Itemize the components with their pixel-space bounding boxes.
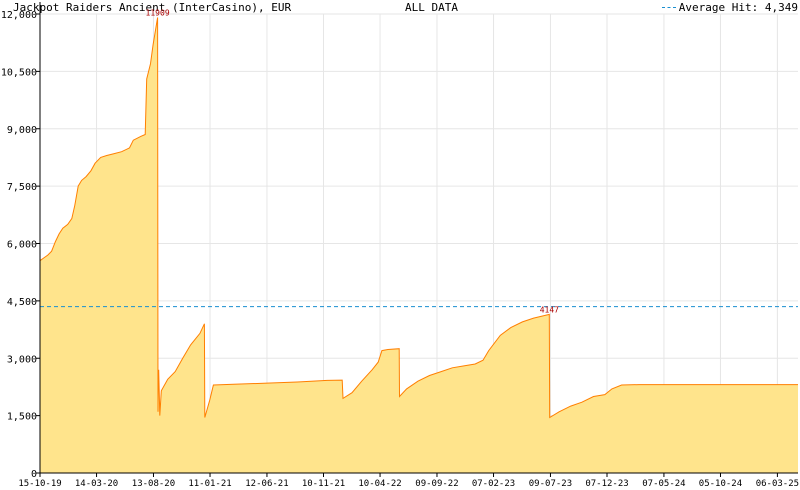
x-tick-label: 07-12-23 xyxy=(585,479,628,489)
x-tick-label: 09-09-22 xyxy=(415,479,458,489)
x-tick-label: 10-04-22 xyxy=(358,479,401,489)
peak-label: 4147 xyxy=(540,305,559,314)
x-tick-label: 06-03-25 xyxy=(756,479,799,489)
y-tick-label: 9,000 xyxy=(7,125,37,136)
y-tick-label: 3,000 xyxy=(7,354,37,365)
y-tick-label: 1,500 xyxy=(7,412,37,423)
y-tick-label: 10,500 xyxy=(1,67,37,78)
x-tick-label: 11-01-21 xyxy=(188,479,231,489)
x-tick-label: 15-10-19 xyxy=(18,479,61,489)
x-tick-label: 05-10-24 xyxy=(699,479,742,489)
x-tick-label: 07-02-23 xyxy=(472,479,515,489)
x-tick-label: 07-05-24 xyxy=(642,479,685,489)
x-tick-label: 10-11-21 xyxy=(302,479,345,489)
jackpot-area xyxy=(40,17,798,473)
y-tick-label: 4,500 xyxy=(7,297,37,308)
jackpot-history-chart: 01,5003,0004,5006,0007,5009,00010,50012,… xyxy=(1,2,799,489)
y-tick-label: 12,000 xyxy=(1,10,37,21)
x-tick-label: 13-08-20 xyxy=(132,479,175,489)
x-tick-label: 14-03-20 xyxy=(75,479,118,489)
y-tick-label: 7,500 xyxy=(7,182,37,193)
x-tick-label: 09-07-23 xyxy=(529,479,572,489)
peak-label: 11909 xyxy=(146,8,170,17)
y-tick-label: 6,000 xyxy=(7,240,37,251)
x-tick-label: 12-06-21 xyxy=(245,479,288,489)
